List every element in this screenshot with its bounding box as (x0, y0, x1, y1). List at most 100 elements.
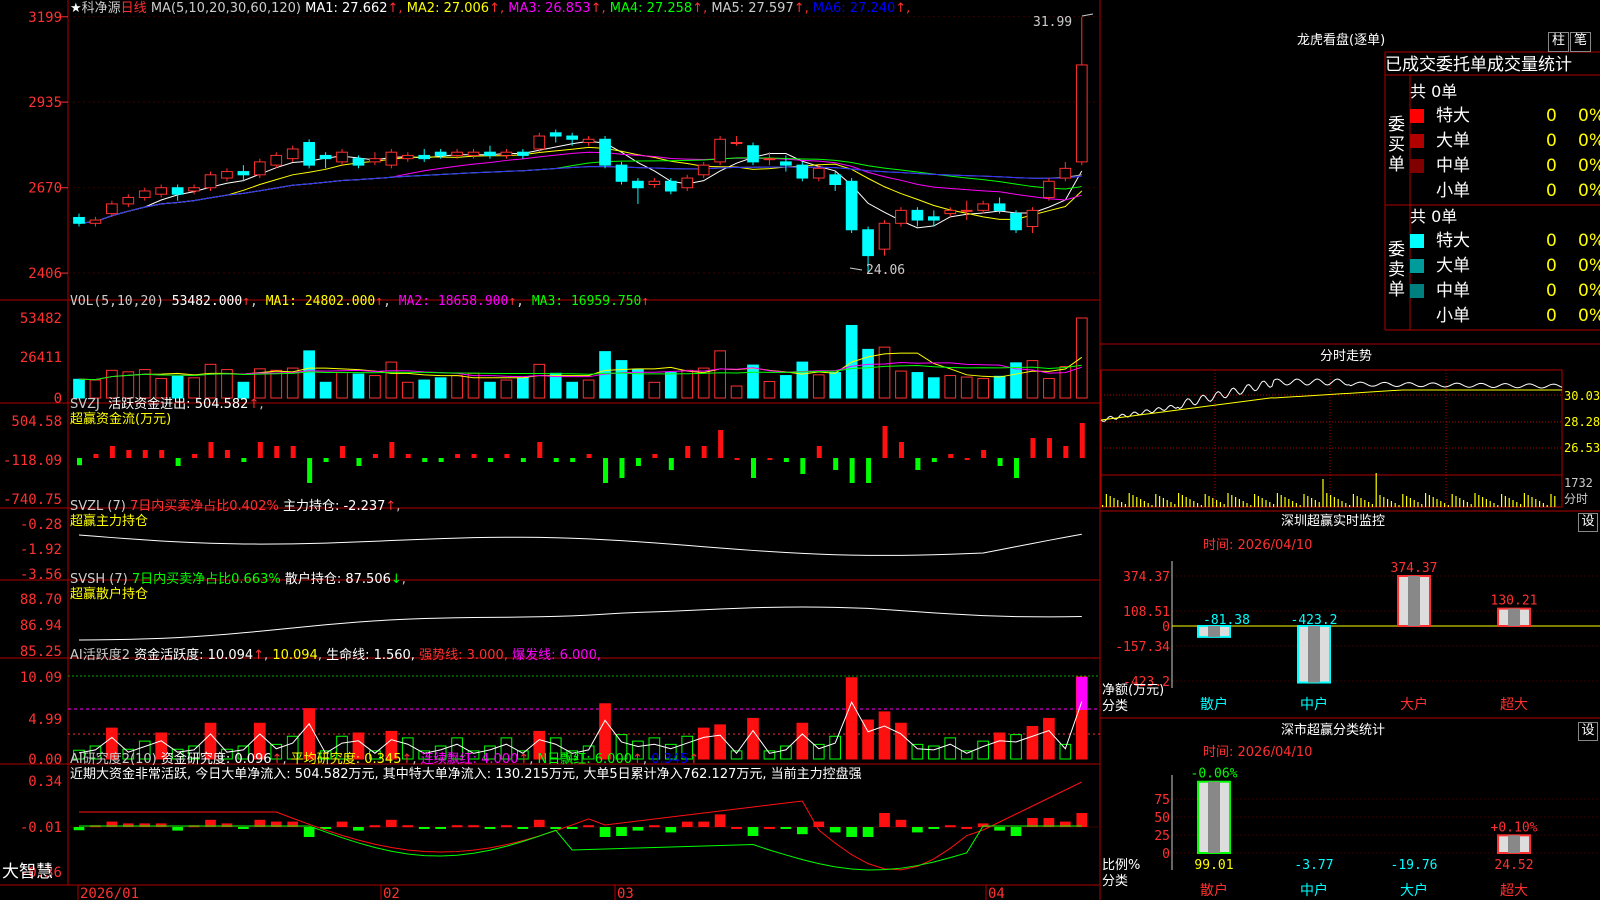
intraday-vol-bar-17 (1166, 500, 1168, 507)
intraday-vol-bar-76 (1390, 501, 1392, 507)
svzj-bar-15 (323, 458, 329, 462)
date-label-2: 03 (617, 886, 634, 900)
vol-bar-50 (895, 370, 907, 399)
buy-label-3: 小单 (1436, 181, 1470, 201)
candle-body-39 (714, 138, 726, 163)
intraday-vol-bar-43 (1265, 500, 1267, 507)
intraday-vol-bar-38 (1246, 503, 1248, 507)
intraday-vol-bar-36 (1238, 499, 1240, 507)
stat-settings-button[interactable]: 设 (1578, 722, 1598, 741)
svzj-bar-52 (931, 458, 937, 462)
intraday-vol-bar-71 (1371, 504, 1373, 507)
vol-bar-19 (385, 361, 398, 399)
deal-stats-tab[interactable]: 已成交委托单成交量统计 (1385, 55, 1572, 75)
svzj-bar-19 (389, 442, 395, 458)
intraday-vol-bar-9 (1136, 497, 1138, 507)
monitor-axis-label-2: 0 (1162, 620, 1170, 635)
ai2-bar-44 (796, 827, 808, 835)
intraday-vol-bar-62 (1337, 499, 1339, 507)
sell-swatch-3 (1410, 309, 1424, 323)
candle-body-13 (286, 148, 299, 160)
ai2-bar-23 (451, 825, 463, 828)
svzj-legend: SVZJ 活跃资金进出: 504.582↑, 超赢资金流(万元) (70, 397, 264, 427)
svzl-axis-label-2: -3.56 (20, 567, 62, 583)
buy-row-2: 中单 0 0% (1410, 156, 1600, 176)
monitor-cat-0: 散户 (1200, 696, 1228, 713)
buy-label-1: 大单 (1436, 131, 1470, 151)
stat-value-0: 99.01 (1194, 858, 1233, 873)
stat-time: 时间: 2026/04/10 (1203, 745, 1313, 760)
sell-pct-2: 0% (1578, 281, 1600, 301)
monitor-bar-3 (1497, 607, 1531, 627)
buy-total: 共 0单 (1410, 82, 1458, 101)
intraday-vol-bar-42 (1261, 498, 1263, 507)
vol-bar-12 (270, 369, 283, 399)
vol-axis-label-2: 0 (54, 391, 62, 407)
svzj-bar-17 (356, 458, 362, 466)
intraday-vol-bar-3 (1113, 498, 1115, 507)
intraday-vol-bar-110 (1520, 504, 1522, 507)
intraday-vol-bar-14 (1155, 494, 1157, 507)
stat-value-1: -3.77 (1294, 858, 1333, 873)
stat-axis-label-2: 25 (1154, 829, 1170, 844)
svzl-legend: SVZL (7) 7日内买卖净占比0.402% 主力持仓: -2.237↑, 超… (70, 499, 401, 529)
candle-body-31 (582, 138, 595, 144)
pen-mode-button[interactable]: 笔 (1570, 32, 1591, 52)
intraday-vol-bar-111 (1523, 493, 1525, 507)
vol-bar-39 (714, 350, 726, 399)
buy-swatch-0 (1410, 109, 1424, 123)
candle-body-34 (632, 180, 644, 189)
intraday-vol-bar-89 (1440, 501, 1442, 507)
svzl-line2: 超赢主力持仓 (70, 514, 149, 529)
candle-body-59 (1043, 180, 1055, 198)
svzj-bar-47 (849, 458, 855, 483)
candle-body-58 (1026, 209, 1039, 228)
ai2-bar-18 (369, 825, 381, 828)
sell-pct-1: 0% (1578, 256, 1600, 276)
vol-bar-28 (533, 363, 546, 399)
svzj-bar-35 (652, 454, 658, 458)
vol-bar-35 (648, 381, 661, 399)
svzj-bar-45 (816, 446, 822, 458)
ai1-bar-57 (1010, 734, 1022, 760)
svzj-bar-22 (438, 458, 444, 462)
ai2-legend: AI研究度2(10) 资金研究度: 0.096↑, 平均研究度: 0.345↑,… (70, 752, 862, 782)
vol-bar-46 (829, 372, 842, 399)
bar-mode-button[interactable]: 柱 (1548, 32, 1569, 52)
ma-line-10 (78, 146, 1083, 224)
candle-body-11 (253, 161, 266, 176)
intraday-vol-bar-81 (1409, 498, 1411, 507)
intraday-vol-bar-64 (1345, 503, 1347, 507)
low-annotation-arrow (849, 267, 863, 271)
period-label[interactable]: 日线 (121, 1, 147, 16)
ai1-bar-60 (1059, 743, 1072, 760)
intraday-vol-bar-118 (1550, 494, 1552, 507)
svzj-bar-36 (668, 458, 674, 470)
ai2-bar-43 (780, 827, 792, 829)
candle-body-4 (138, 190, 151, 198)
intraday-vol-bar-100 (1482, 497, 1484, 507)
buy-count-1: 0 (1546, 131, 1557, 151)
ai2-axis-label-1: -0.01 (20, 820, 62, 836)
intraday-vol-bar-94 (1459, 498, 1461, 507)
candle-body-45 (812, 167, 825, 179)
stock-name[interactable]: 科净源 (82, 1, 121, 16)
vol-bar-5 (155, 378, 168, 399)
intraday-vol-bar-37 (1242, 501, 1244, 507)
intraday-vol-bar-19 (1174, 504, 1176, 507)
vol-bar-22 (434, 377, 447, 399)
ai2-bar-33 (616, 827, 627, 836)
intraday-vol-bar-95 (1463, 500, 1465, 507)
svzj-bar-26 (504, 454, 510, 458)
monitor-bar-label-3: 130.21 (1491, 594, 1538, 609)
svzl-line (78, 533, 1082, 556)
intraday-vol-bar-5 (1121, 502, 1123, 507)
intraday-vol-bar-79 (1402, 494, 1404, 507)
svzj-bar-60 (1063, 446, 1069, 458)
ai2-bar-31 (583, 825, 594, 828)
ai2-bar-0 (73, 827, 85, 831)
candle-body-55 (977, 203, 989, 211)
ai1-v2: 10.094 (272, 648, 318, 663)
ma-value-1: MA1: 27.662 (305, 1, 388, 16)
monitor-settings-button[interactable]: 设 (1578, 513, 1598, 532)
